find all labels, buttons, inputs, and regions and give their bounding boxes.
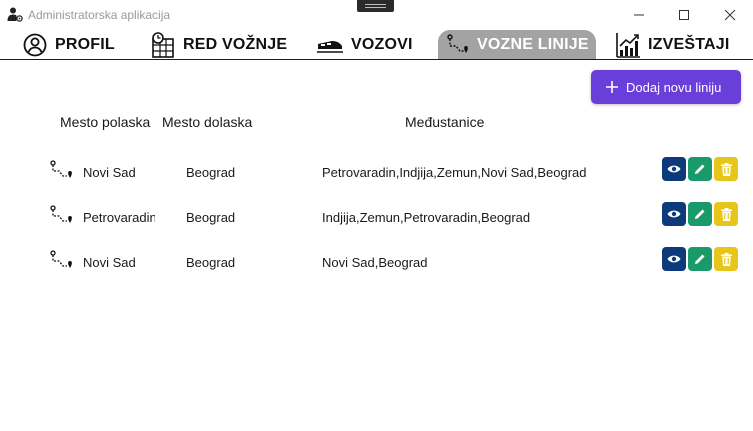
header-departure: Mesto polaska: [60, 114, 151, 130]
edit-button[interactable]: [688, 247, 712, 271]
admin-user-gear-icon: [7, 7, 23, 22]
tab-label: RED VOŽNJE: [183, 35, 288, 53]
arrival-cell: Beograd: [186, 165, 236, 180]
maximize-icon: [679, 10, 689, 20]
report-chart-icon: [616, 32, 640, 58]
tab-label: VOZNE LINIJE: [477, 35, 589, 53]
tab-izvestaji[interactable]: IZVEŠTAJI: [616, 30, 730, 59]
close-icon: [724, 9, 736, 21]
header-arrival: Mesto dolaska: [162, 114, 253, 130]
departure-cell: Novi Sad: [83, 255, 136, 270]
table-row: Novi Sad Beograd Petrovaradin,Indjija,Ze…: [0, 157, 753, 187]
minimize-button[interactable]: [616, 0, 662, 30]
timetable-clock-icon: [152, 31, 174, 58]
table-row: Novi Sad Beograd Novi Sad,Beograd: [0, 247, 753, 277]
eye-icon: [667, 255, 681, 263]
minimize-icon: [634, 14, 644, 16]
tab-label: IZVEŠTAJI: [648, 35, 730, 53]
tab-vozovi[interactable]: VOZOVI: [317, 30, 413, 59]
eye-icon: [667, 165, 681, 173]
drag-handle[interactable]: [357, 0, 394, 12]
close-button[interactable]: [707, 0, 753, 30]
view-button[interactable]: [662, 247, 686, 271]
arrival-cell: Beograd: [186, 210, 236, 225]
stops-cell: Indjija,Zemun,Petrovaradin,Beograd: [322, 210, 531, 225]
delete-button[interactable]: [714, 157, 738, 181]
trash-icon: [720, 162, 732, 176]
route-icon: [447, 33, 468, 53]
tab-profil[interactable]: PROFIL: [23, 30, 115, 59]
table-row: Petrovaradin Beograd Indjija,Zemun,Petro…: [0, 202, 753, 232]
view-button[interactable]: [662, 157, 686, 181]
edit-button[interactable]: [688, 202, 712, 226]
route-icon: [50, 250, 72, 268]
tab-vozne-linije[interactable]: VOZNE LINIJE: [438, 30, 596, 59]
add-route-button[interactable]: Dodaj novu liniju: [591, 70, 741, 104]
plus-icon: [606, 81, 618, 93]
departure-cell: Petrovaradin: [83, 210, 155, 225]
delete-button[interactable]: [714, 247, 738, 271]
trash-icon: [720, 252, 732, 266]
tab-red-voznje[interactable]: RED VOŽNJE: [151, 30, 287, 59]
route-icon: [50, 160, 72, 178]
stops-cell: Novi Sad,Beograd: [322, 255, 428, 270]
tab-label: PROFIL: [55, 35, 115, 53]
pencil-icon: [695, 209, 705, 219]
title-bar: Administratorska aplikacija: [0, 0, 753, 30]
edit-button[interactable]: [688, 157, 712, 181]
arrival-cell: Beograd: [186, 255, 236, 270]
train-icon: [317, 40, 343, 53]
stops-cell: Petrovaradin,Indjija,Zemun,Novi Sad,Beog…: [322, 165, 587, 180]
pencil-icon: [695, 254, 705, 264]
delete-button[interactable]: [714, 202, 738, 226]
tab-bar: PROFIL RED VOŽNJE VOZOVI VOZNE LINIJE IZ…: [0, 30, 753, 60]
trash-icon: [720, 207, 732, 221]
pencil-icon: [695, 164, 705, 174]
header-stops: Međustanice: [405, 114, 485, 130]
add-route-label: Dodaj novu liniju: [626, 79, 722, 95]
user-circle-icon: [23, 33, 47, 56]
maximize-button[interactable]: [661, 0, 707, 30]
eye-icon: [667, 210, 681, 218]
route-icon: [50, 205, 72, 223]
window-title: Administratorska aplikacija: [28, 8, 171, 22]
tab-label: VOZOVI: [351, 35, 413, 53]
view-button[interactable]: [662, 202, 686, 226]
departure-cell: Novi Sad: [83, 165, 136, 180]
